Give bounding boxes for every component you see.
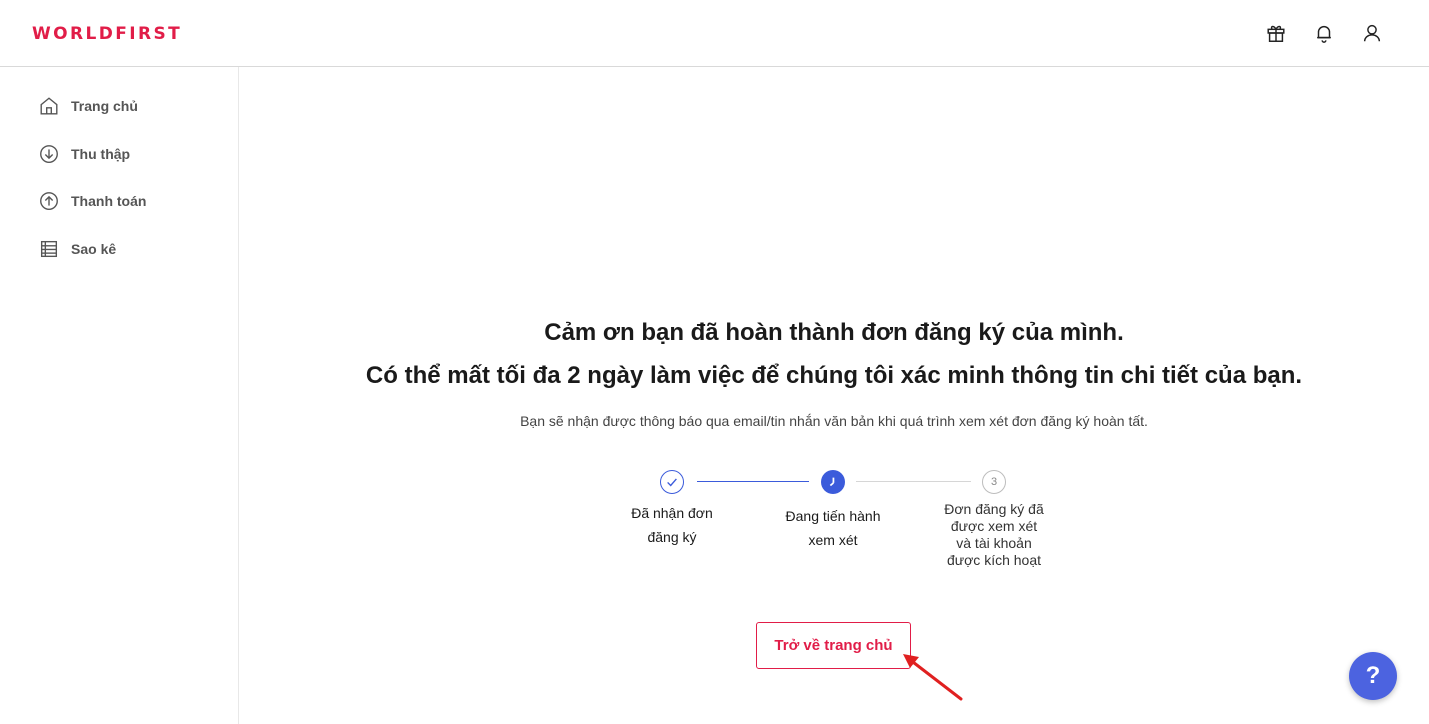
step-1-indicator [660,470,684,494]
step-connector-completed [697,481,809,482]
sidebar-item-label: Thu thập [71,146,131,162]
step-1-label: Đã nhận đơn đăng ký [609,501,735,549]
back-to-home-button[interactable]: Trở về trang chủ [756,622,911,669]
step-label-line: đăng ký [647,529,697,545]
notification-subtext: Bạn sẽ nhận được thông báo qua email/tin… [520,413,1148,429]
step-label-line: xem xét [808,532,858,548]
step-label-line: Đã nhận đơn [631,505,713,521]
step-label-line: được kích hoạt [946,552,1042,568]
step-3-label: Đơn đăng ký đã được xem xét và tài khoản… [931,501,1057,569]
sidebar-item-home[interactable]: Trang chủ [38,92,138,120]
step-label-line: và tài khoản [956,535,1032,551]
clock-icon [829,477,835,487]
main-content: Cảm ơn bạn đã hoàn thành đơn đăng ký của… [239,67,1429,724]
step-label-line: Đang tiến hành [785,508,881,524]
confirmation-heading: Cảm ơn bạn đã hoàn thành đơn đăng ký của… [544,319,1124,346]
verification-time-heading: Có thể mất tối đa 2 ngày làm việc để chú… [365,362,1303,389]
upload-circle-icon [40,192,58,210]
top-icons [1263,20,1385,46]
statement-icon [40,240,58,258]
sidebar-item-collect[interactable]: Thu thập [38,140,130,168]
check-icon [667,478,677,487]
step-connector-pending [856,481,971,482]
gift-icon[interactable] [1263,20,1289,46]
sidebar-item-label: Thanh toán [71,193,147,209]
step-3-indicator: 3 [982,470,1006,494]
step-label-line: Đơn đăng ký đã [944,501,1044,517]
home-icon [40,97,58,115]
user-icon[interactable] [1359,20,1385,46]
bell-icon[interactable] [1311,20,1337,46]
sidebar: Trang chủ Thu thập Thanh toán Sao kê [0,67,239,724]
step-label-line: được xem xét [950,518,1038,534]
sidebar-item-payment[interactable]: Thanh toán [38,187,146,215]
step-2-label: Đang tiến hành xem xét [770,504,896,552]
step-2-indicator [821,470,845,494]
download-circle-icon [40,145,58,163]
annotation-arrow-icon [903,654,963,701]
sidebar-item-statement[interactable]: Sao kê [38,235,116,263]
sidebar-item-label: Sao kê [71,241,117,257]
sidebar-item-label: Trang chủ [71,98,138,114]
worldfirst-logo[interactable]: WORLDFIRST [32,24,182,44]
help-button[interactable]: ? [1349,652,1397,700]
top-bar: WORLDFIRST [0,0,1429,67]
